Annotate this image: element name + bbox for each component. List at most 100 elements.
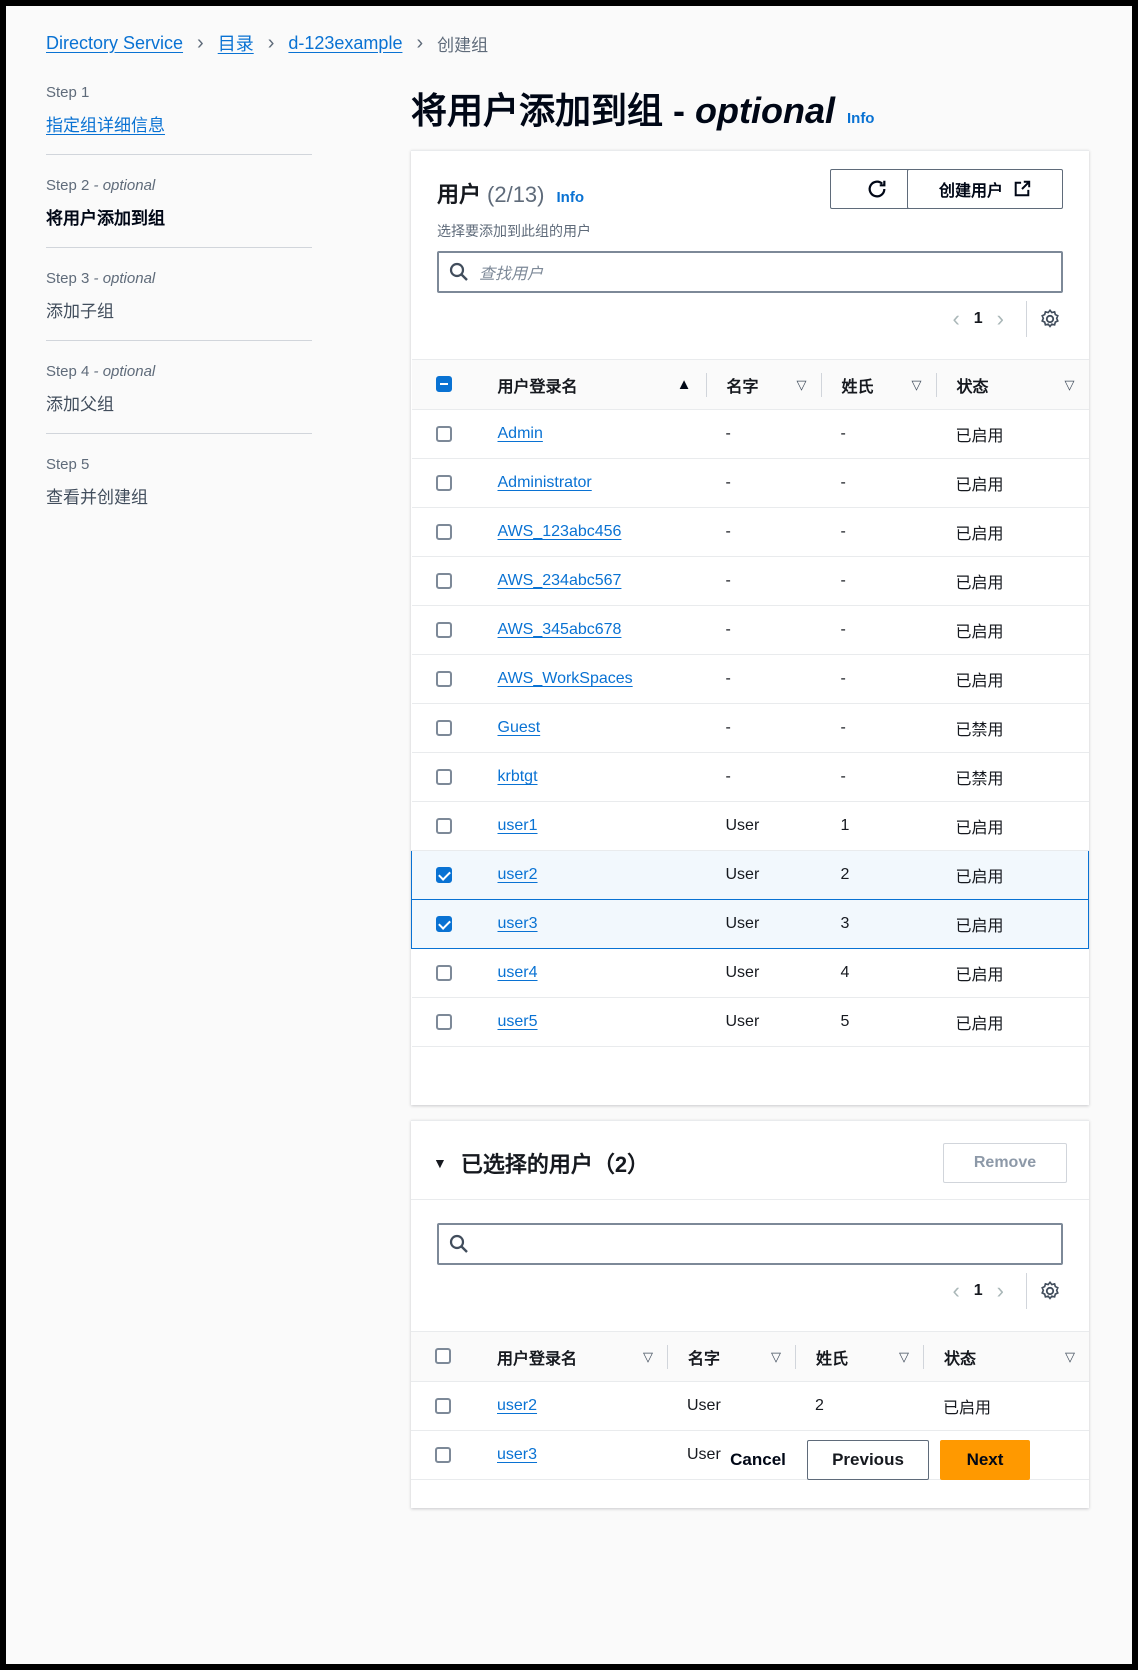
search-selected-input[interactable] [437,1223,1063,1265]
table-row[interactable]: AWS_234abc567- - 已启用 [411,556,1089,606]
page-title-optional: optional [695,90,835,131]
user-login-link[interactable]: user3 [497,1446,537,1463]
breadcrumb-directory-service[interactable]: Directory Service [46,33,183,54]
row-checkbox[interactable] [435,572,452,589]
user-login-link[interactable]: AWS_WorkSpaces [498,670,633,687]
step-number: Step 3 - optional [46,270,156,287]
table-row[interactable]: AWS_123abc456- - 已启用 [411,507,1089,557]
last-name: 5 [820,997,936,1047]
row-checkbox[interactable] [435,670,452,687]
next-button[interactable]: Next [940,1440,1030,1480]
user-login-link[interactable]: krbtgt [498,768,538,785]
users-info-link[interactable]: Info [557,189,585,206]
table-row[interactable]: krbtgt - - 已禁用 [411,752,1089,802]
user-login-link[interactable]: AWS_345abc678 [498,621,622,638]
table-row[interactable]: user2 User 2 已启用 [411,1381,1089,1431]
row-checkbox[interactable] [435,474,452,491]
row-checkbox[interactable] [435,621,452,638]
chevron-left-icon[interactable]: ‹ [952,1278,959,1304]
sort-ascending-icon: ▲ [676,376,692,393]
user-login-link[interactable]: user5 [498,1013,538,1030]
first-name: User [667,1381,795,1431]
column-login[interactable]: 用户登录名 ▲ [477,359,706,410]
first-name: - [705,458,821,508]
user-login-link[interactable]: user1 [498,817,538,834]
first-name: - [705,409,821,459]
row-checkbox[interactable] [435,1013,452,1030]
column-last-name[interactable]: 姓氏 ▽ [795,1331,923,1382]
column-first-name[interactable]: 名字 ▽ [705,359,821,410]
last-name: 2 [795,1381,923,1431]
chevron-left-icon[interactable]: ‹ [952,306,959,332]
user-login-link[interactable]: Administrator [498,474,592,491]
status: 已启用 [935,654,1089,704]
table-row[interactable]: user5 User 5 已启用 [411,997,1089,1047]
user-login-link[interactable]: AWS_234abc567 [498,572,622,589]
refresh-icon [868,180,886,198]
current-page[interactable]: 1 [974,310,983,328]
table-row[interactable]: user1 User 1 已启用 [411,801,1089,851]
column-last-name[interactable]: 姓氏 ▽ [820,359,936,410]
row-checkbox[interactable] [435,523,452,540]
last-name: - [820,654,936,704]
table-row-selected[interactable]: user3 User 3 已启用 [411,899,1089,949]
users-table: 用户登录名 ▲ 名字 ▽ 姓氏 ▽ 状态 ▽ Admin - - 已启用 Administra… [411,359,1089,1047]
chevron-right-icon[interactable]: › [997,306,1004,332]
row-checkbox[interactable] [435,964,452,981]
step-5-title: 查看并创建组 [46,488,148,507]
cancel-button[interactable]: Cancel [716,1440,800,1480]
search-users-input[interactable]: 查找用户 [437,251,1063,293]
table-row[interactable]: Administrator - - 已启用 [411,458,1089,508]
current-page[interactable]: 1 [974,1282,983,1300]
user-login-link[interactable]: AWS_123abc456 [498,523,622,540]
table-row[interactable]: AWS_345abc678- - 已启用 [411,605,1089,655]
users-pagination: ‹ 1 › [938,301,1061,337]
first-name: - [705,507,821,557]
row-checkbox-checked[interactable] [436,866,452,883]
user-login-link[interactable]: user4 [498,964,538,981]
row-checkbox[interactable] [435,719,452,736]
user-login-link[interactable]: user3 [498,915,538,932]
table-header-row: 用户登录名 ▲ 名字 ▽ 姓氏 ▽ 状态 ▽ [411,359,1089,410]
row-checkbox[interactable] [435,1397,451,1414]
table-row[interactable]: Guest - - 已禁用 [411,703,1089,753]
column-status[interactable]: 状态 ▽ [935,359,1089,410]
create-user-button[interactable]: 创建用户 [907,169,1063,209]
row-checkbox-checked[interactable] [436,915,452,932]
breadcrumb-directory-id[interactable]: d-123example [288,33,402,54]
previous-button[interactable]: Previous [807,1440,929,1480]
selected-users-header[interactable]: ▼ 已选择的用户（2） [433,1147,649,1179]
last-name: - [820,556,936,606]
user-login-link[interactable]: user2 [498,866,538,883]
sort-icon: ▽ [1064,376,1075,392]
user-login-link[interactable]: user2 [497,1397,537,1414]
step-1-link[interactable]: 指定组详细信息 [46,116,165,135]
breadcrumb-directory[interactable]: 目录 [218,30,254,56]
column-status[interactable]: 状态 ▽ [923,1331,1089,1382]
user-login-link[interactable]: Guest [498,719,541,736]
status: 已启用 [935,507,1089,557]
gear-icon[interactable] [1039,308,1061,330]
user-login-link[interactable]: Admin [498,425,543,442]
column-first-name[interactable]: 名字 ▽ [667,1331,795,1382]
column-login[interactable]: 用户登录名 ▽ [477,1331,667,1382]
row-checkbox[interactable] [435,425,452,442]
first-name: User [705,997,821,1047]
row-checkbox[interactable] [435,768,452,785]
select-all-checkbox[interactable] [435,376,452,393]
page-info-link[interactable]: Info [847,110,875,127]
table-row[interactable]: Admin - - 已启用 [411,409,1089,459]
gear-icon[interactable] [1039,1280,1061,1302]
remove-button[interactable]: Remove [943,1143,1067,1183]
table-row-selected[interactable]: user2 User 2 已启用 [411,850,1089,900]
first-name: - [705,605,821,655]
table-row[interactable]: AWS_WorkSpaces - - 已启用 [411,654,1089,704]
users-panel-header: 用户 (2/13) Info 选择要添加到此组的用户 [437,177,591,241]
table-row[interactable]: user4 User 4 已启用 [411,948,1089,998]
status: 已启用 [935,458,1089,508]
chevron-right-icon[interactable]: › [997,1278,1004,1304]
search-placeholder: 查找用户 [479,266,544,283]
select-all-checkbox[interactable] [435,1348,451,1365]
row-checkbox[interactable] [435,817,452,834]
row-checkbox[interactable] [435,1446,451,1463]
